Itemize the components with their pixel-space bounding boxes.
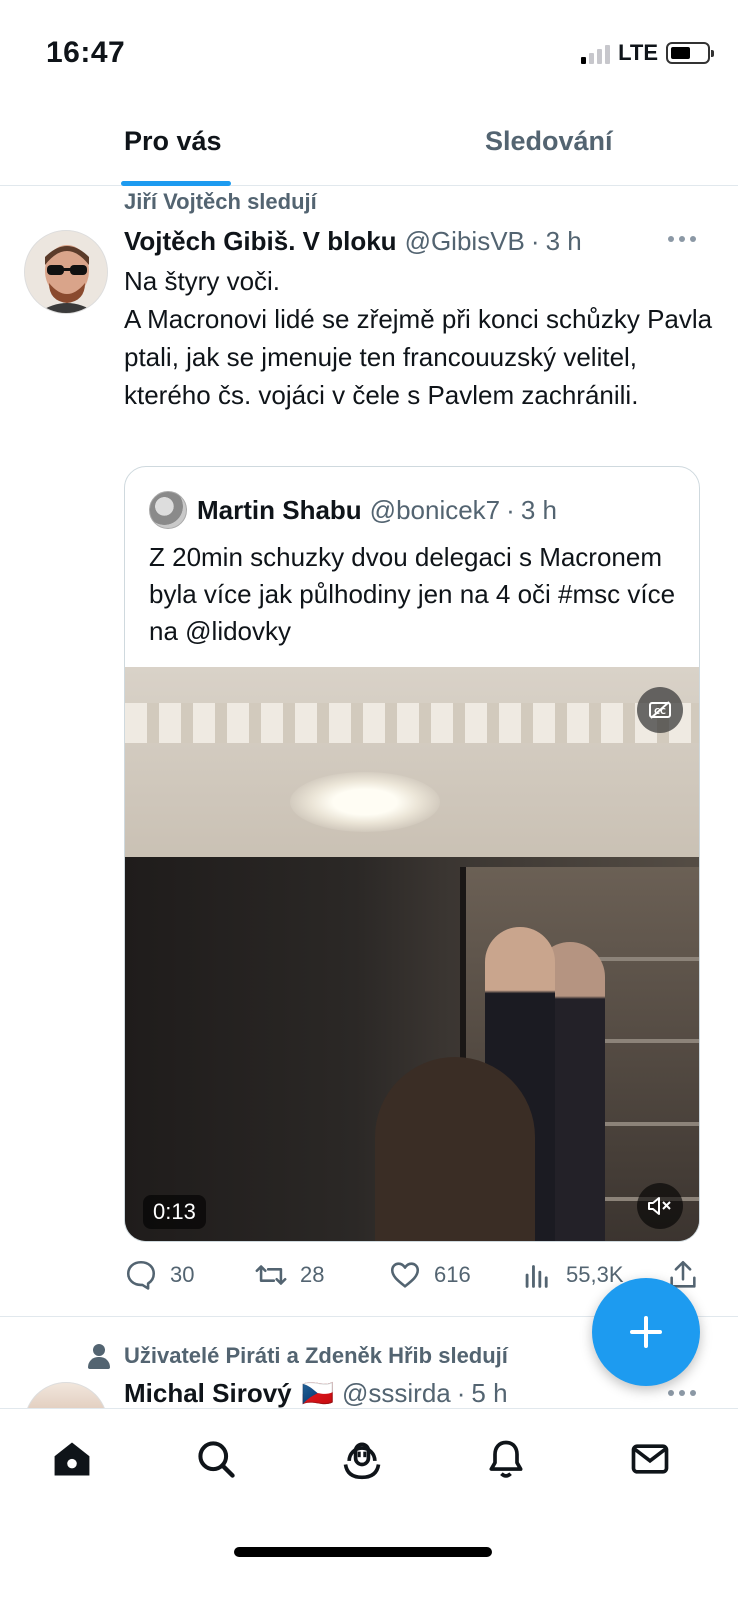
separator-dot: · [506,494,515,525]
tweet-time[interactable]: 3 h [546,226,582,257]
tweet-time[interactable]: 5 h [471,1378,507,1409]
tab-for-you-label: Pro vás [124,126,222,156]
battery-icon [666,42,714,64]
captions-icon[interactable]: CC [637,687,683,733]
separator-dot: · [530,226,540,256]
home-icon [54,1442,90,1476]
search-icon [198,1441,235,1478]
views-count: 55,3K [566,1262,624,1287]
nav-search[interactable] [192,1435,240,1483]
more-options-icon[interactable] [668,236,696,242]
notifications-icon [489,1440,523,1478]
person-icon [88,1344,110,1370]
tab-for-you[interactable]: Pro vás [0,100,377,186]
nav-spaces[interactable] [338,1435,386,1483]
author-avatar[interactable] [24,230,108,314]
quoted-author-handle[interactable]: @bonicek7 [370,495,500,526]
tweet-text: Na štyry voči. A Macronovi lidé se zřejm… [124,266,713,410]
quoted-tweet-time[interactable]: 3 h [521,495,557,526]
retweet-button[interactable]: 28 [254,1258,324,1292]
timeline-tabs: Pro vás Sledování [0,100,738,186]
author-name[interactable]: Vojtěch Gibiš. V bloku [124,226,397,257]
quoted-tweet-text: Z 20min schuzky dvou delegaci s Macronem… [149,542,676,646]
compose-plus-icon [630,1316,662,1348]
status-time: 16:47 [46,36,126,69]
video-player[interactable]: CC 0:13 [125,667,699,1241]
network-label: LTE [618,40,658,65]
more-options-icon[interactable] [668,1390,696,1396]
nav-home[interactable] [48,1435,96,1483]
quoted-author-name[interactable]: Martin Shabu [197,495,362,526]
bottom-navigation [0,1408,738,1600]
reply-icon [126,1260,156,1290]
mute-icon[interactable] [637,1183,683,1229]
tweet-header: Vojtěch Gibiš. V bloku @GibisVB · 3 h [124,226,714,257]
retweet-icon [255,1265,287,1285]
messages-icon [631,1444,669,1474]
flag-emoji: 🇨🇿 [301,1378,334,1408]
quoted-tweet[interactable]: Martin Shabu @bonicek7 · 3 h Z 20min sch… [124,466,700,1242]
social-context: Uživatelé Piráti a Zdeněk Hřib sledují [88,1342,508,1370]
tab-following[interactable]: Sledování [377,100,738,185]
timeline-feed[interactable]: Jiří Vojtěch sledují Vojtěch Gibiš. V bl… [0,186,738,1436]
tab-following-label: Sledování [485,126,613,156]
signal-icon [581,42,611,64]
compose-tweet-button[interactable] [592,1278,700,1386]
views-button[interactable]: 55,3K [520,1258,624,1292]
heart-icon [390,1262,420,1288]
reply-count: 30 [170,1262,195,1287]
separator-dot: · [456,1378,466,1408]
tweet-header: Michal Sirový 🇨🇿 @sssirda · 5 h [124,1378,714,1409]
nav-notifications[interactable] [482,1435,530,1483]
social-context-text: Jiří Vojtěch sledují [124,189,317,214]
nav-messages[interactable] [626,1435,674,1483]
author-handle[interactable]: @sssirda [342,1378,451,1409]
status-bar: 16:47 LTE [0,0,738,100]
views-icon [525,1265,548,1288]
social-context-text: Uživatelé Piráti a Zdeněk Hřib sledují [124,1343,508,1368]
quoted-tweet-header: Martin Shabu @bonicek7 · 3 h [149,491,557,529]
spaces-icon [343,1442,381,1480]
like-button[interactable]: 616 [388,1258,471,1292]
like-count: 616 [434,1262,471,1287]
author-handle[interactable]: @GibisVB [405,226,525,257]
home-indicator [234,1547,492,1557]
reply-button[interactable]: 30 [124,1258,194,1292]
quoted-author-avatar[interactable] [149,491,187,529]
social-context: Jiří Vojtěch sledují [88,188,317,216]
active-tab-indicator [121,181,231,186]
video-duration: 0:13 [143,1195,206,1229]
author-name[interactable]: Michal Sirový [124,1378,292,1409]
status-indicators: LTE [581,40,714,66]
retweet-count: 28 [300,1262,325,1287]
